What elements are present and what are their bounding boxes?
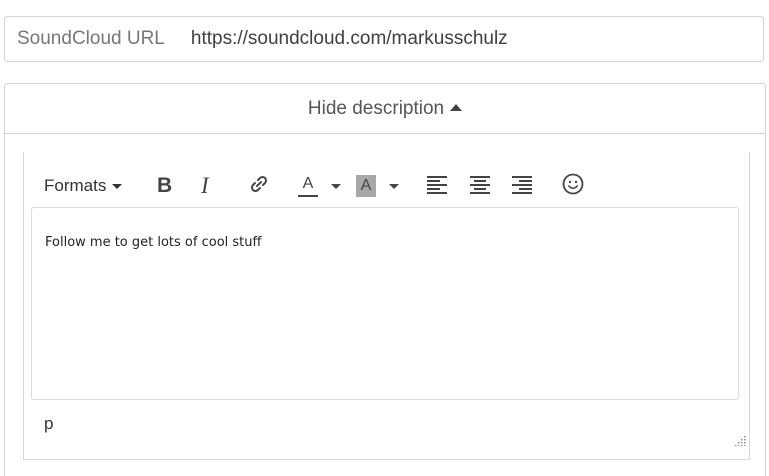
editor-content-text: Follow me to get lots of cool stuff [45, 235, 262, 250]
editor-content-area[interactable]: Follow me to get lots of cool stuff [31, 207, 739, 400]
background-color-icon: A [356, 175, 376, 197]
statusbar-element-path[interactable]: p [44, 414, 53, 434]
align-center-icon [469, 174, 491, 199]
bold-icon: B [157, 174, 173, 197]
background-color-glyph: A [360, 177, 372, 194]
resize-handle-icon[interactable] [734, 433, 746, 446]
description-panel: Hide description Formats B I A A Follow … [4, 83, 766, 476]
italic-icon: I [201, 173, 209, 198]
link-button[interactable] [248, 172, 270, 200]
background-color-chevron-down-icon[interactable] [389, 183, 399, 189]
soundcloud-url-label: SoundCloud URL [17, 28, 165, 49]
soundcloud-url-input[interactable] [190, 28, 763, 50]
soundcloud-url-field: SoundCloud URL [4, 16, 764, 62]
bold-button[interactable]: B [157, 172, 172, 200]
text-color-button[interactable]: A [298, 172, 341, 200]
chevron-down-icon [112, 183, 123, 189]
rich-text-editor: Formats B I A A Follow me to get lots of… [23, 152, 750, 460]
text-color-icon: A [298, 174, 318, 197]
link-icon [248, 173, 270, 200]
emoticons-button[interactable] [562, 172, 584, 200]
background-color-button[interactable]: A [356, 172, 399, 200]
caret-up-icon [450, 104, 463, 111]
italic-button[interactable]: I [201, 172, 209, 200]
formats-label: Formats [44, 176, 107, 195]
hide-description-label: Hide description [307, 97, 445, 119]
editor-toolbar: Formats B I A A [24, 152, 749, 210]
hide-description-toggle[interactable]: Hide description [5, 84, 765, 134]
align-right-button[interactable] [511, 172, 533, 200]
text-color-swatch [298, 194, 318, 197]
align-center-button[interactable] [469, 172, 491, 200]
formats-dropdown[interactable]: Formats [44, 172, 123, 200]
text-color-glyph: A [302, 174, 314, 192]
text-color-chevron-down-icon[interactable] [331, 183, 341, 189]
smiley-icon [562, 173, 584, 200]
align-left-button[interactable] [426, 172, 448, 200]
align-left-icon [426, 174, 448, 199]
align-right-icon [511, 174, 533, 199]
